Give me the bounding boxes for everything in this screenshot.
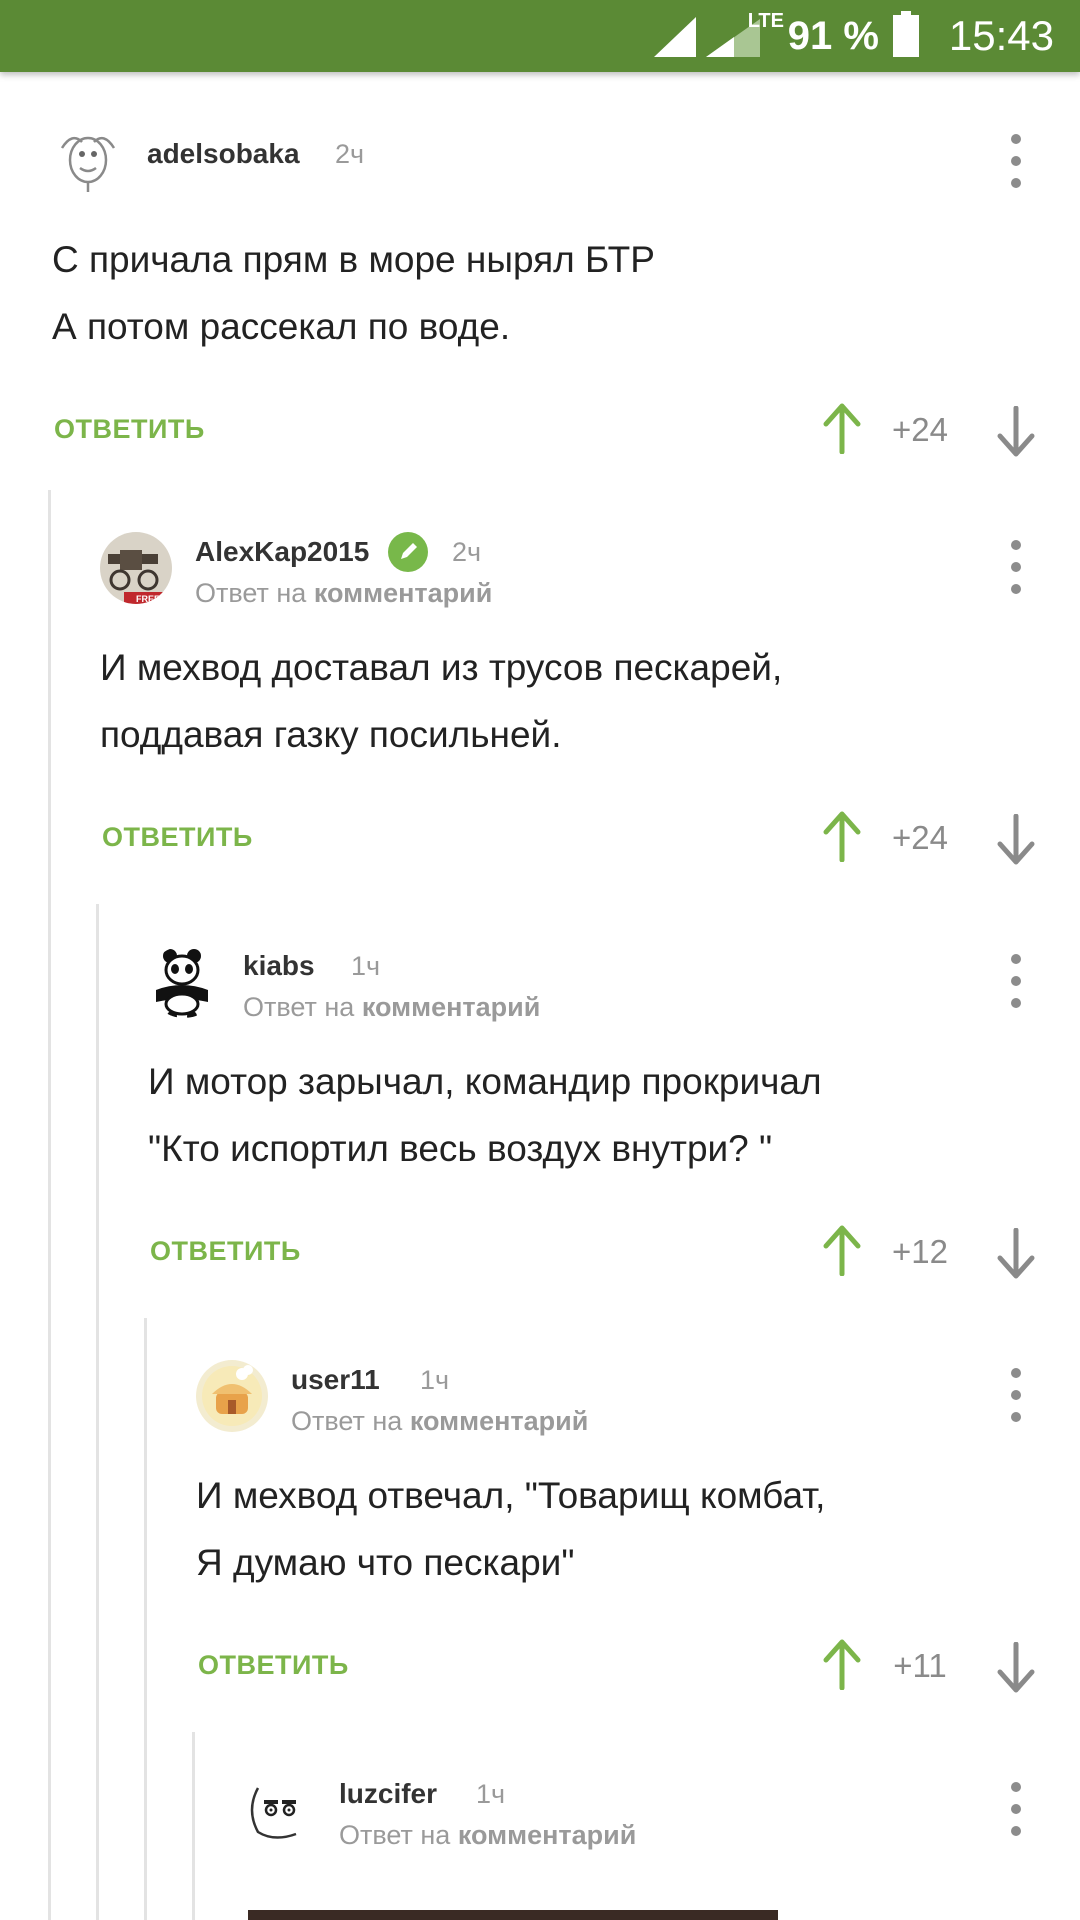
comment: user11 1ч Ответ на комментарий И мехвод …	[196, 1352, 1080, 1732]
machine-gun-avatar-icon: FREE	[100, 532, 172, 604]
reply-target-link[interactable]: комментарий	[362, 992, 541, 1022]
upvote-icon[interactable]	[822, 402, 862, 454]
vote-score: +24	[892, 819, 948, 856]
status-bar: LTE 91 % 15:43	[0, 0, 1080, 72]
comment-line: И мехвод доставал из трусов пескарей,	[100, 647, 783, 688]
username[interactable]: adelsobaka	[147, 138, 300, 170]
battery-icon	[892, 10, 919, 62]
more-options-icon[interactable]	[996, 532, 1036, 602]
panda-avatar-icon	[148, 946, 220, 1018]
comment-line: поддавая газку посильней.	[100, 714, 562, 755]
comment-time: 1ч	[351, 951, 381, 981]
avatar-caption: FREE	[136, 594, 160, 604]
signal-icon: LTE	[653, 10, 784, 59]
network-type-label: LTE	[747, 10, 784, 32]
thread-line	[144, 1318, 147, 1920]
more-options-icon[interactable]	[996, 1360, 1036, 1430]
comment-line: И мехвод отвечал, "Товарищ комбат,	[196, 1475, 826, 1516]
username[interactable]: kiabs	[243, 950, 315, 982]
comment: FREE AlexKap2015 2ч Ответ на комментарий…	[100, 524, 1080, 904]
reply-to-label: Ответ на комментарий	[339, 1820, 636, 1851]
reply-target-link[interactable]: комментарий	[410, 1406, 589, 1436]
avatar[interactable]	[148, 946, 220, 1018]
username[interactable]: luzcifer	[339, 1778, 437, 1810]
thread-line	[48, 490, 51, 1920]
comment-text: С причала прям в море нырял БТР А потом …	[52, 226, 655, 360]
upvote-icon[interactable]	[822, 1638, 862, 1690]
downvote-icon[interactable]	[996, 406, 1036, 458]
reply-prefix: Ответ на	[243, 992, 355, 1022]
upvote-icon[interactable]	[822, 1224, 862, 1276]
avatar[interactable]	[196, 1360, 268, 1432]
clock: 15:43	[948, 12, 1054, 59]
more-options-icon[interactable]	[996, 946, 1036, 1016]
downvote-icon[interactable]	[996, 814, 1036, 866]
upvote-icon[interactable]	[822, 810, 862, 862]
comment-text: И мехвод доставал из трусов пескарей, по…	[100, 634, 782, 768]
dragon-avatar-icon	[52, 122, 124, 194]
comment-time: 2ч	[452, 537, 482, 567]
comment: luzcifer 1ч Ответ на комментарий	[244, 1766, 1080, 1920]
comment-line: И мотор зарычал, командир прокричал	[148, 1061, 822, 1102]
face-avatar-icon	[244, 1774, 316, 1846]
reply-button[interactable]: ОТВЕТИТЬ	[150, 1236, 301, 1267]
reply-to-label: Ответ на комментарий	[291, 1406, 588, 1437]
username[interactable]: AlexKap2015	[195, 536, 369, 568]
comment-text: И мотор зарычал, командир прокричал "Кто…	[148, 1048, 822, 1182]
reply-prefix: Ответ на	[291, 1406, 403, 1436]
vote-score: +24	[892, 411, 948, 448]
reply-target-link[interactable]: комментарий	[314, 578, 493, 608]
username[interactable]: user11	[291, 1364, 380, 1396]
reply-to-label: Ответ на комментарий	[195, 578, 492, 609]
vote-score: +11	[893, 1647, 947, 1684]
comment-line: А потом рассекал по воде.	[52, 306, 511, 347]
reply-button[interactable]: ОТВЕТИТЬ	[198, 1650, 349, 1681]
comment-time: 1ч	[420, 1365, 450, 1395]
comment-image[interactable]	[248, 1910, 778, 1920]
thread-line	[192, 1732, 195, 1920]
more-options-icon[interactable]	[996, 126, 1036, 196]
avatar[interactable]	[52, 122, 124, 194]
comment-time: 1ч	[476, 1779, 506, 1809]
reply-to-label: Ответ на комментарий	[243, 992, 540, 1023]
reply-target-link[interactable]: комментарий	[458, 1820, 637, 1850]
reply-prefix: Ответ на	[339, 1820, 451, 1850]
more-options-icon[interactable]	[996, 1774, 1036, 1844]
comment-text: И мехвод отвечал, "Товарищ комбат, Я дум…	[196, 1462, 825, 1596]
comment-line: Я думаю что пескари"	[196, 1542, 575, 1583]
downvote-icon[interactable]	[996, 1642, 1036, 1694]
comment-time: 2ч	[335, 139, 365, 169]
house-avatar-icon	[196, 1360, 268, 1432]
comment: adelsobaka 2ч С причала прям в море ныря…	[52, 118, 1080, 498]
comment: kiabs 1ч Ответ на комментарий И мотор за…	[148, 938, 1080, 1318]
pencil-icon	[388, 532, 428, 572]
avatar[interactable]	[244, 1774, 316, 1846]
comment-line: "Кто испортил весь воздух внутри? "	[148, 1128, 773, 1169]
reply-button[interactable]: ОТВЕТИТЬ	[102, 822, 253, 853]
reply-prefix: Ответ на	[195, 578, 307, 608]
comment-thread: adelsobaka 2ч С причала прям в море ныря…	[0, 72, 1080, 1920]
avatar[interactable]: FREE	[100, 532, 172, 604]
thread-line	[96, 904, 99, 1920]
comment-line: С причала прям в море нырял БТР	[52, 239, 655, 280]
vote-score: +12	[892, 1233, 948, 1270]
downvote-icon[interactable]	[996, 1228, 1036, 1280]
battery-percent: 91 %	[787, 13, 879, 58]
reply-button[interactable]: ОТВЕТИТЬ	[54, 414, 205, 445]
